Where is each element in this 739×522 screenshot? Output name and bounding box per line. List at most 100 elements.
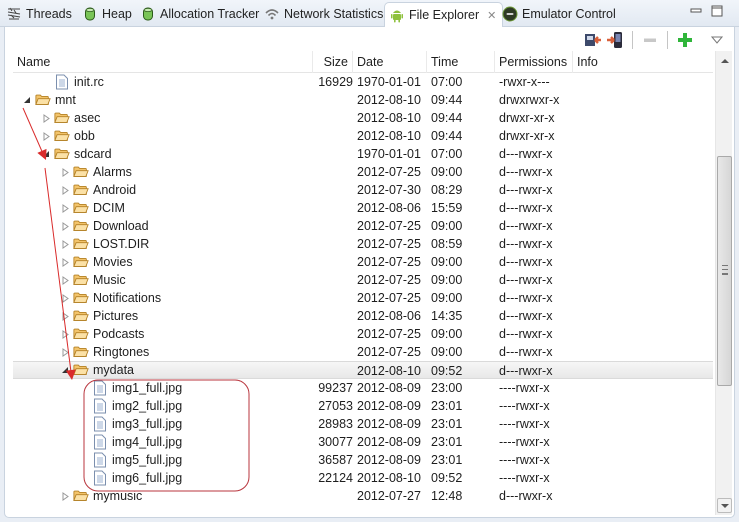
folder-row[interactable]: Pictures 2012-08-06 14:35 d---rwxr-x [13,307,713,325]
scroll-down-button[interactable] [717,498,732,513]
tab-allocation-tracker[interactable]: Allocation Tracker [140,3,259,25]
item-name: Music [93,273,126,287]
expand-toggle-expanded-icon[interactable] [21,94,33,106]
tab-label: Allocation Tracker [160,7,260,21]
file-row[interactable]: img4_full.jpg 30077 2012-08-09 23:01 ----rwx… [13,433,713,451]
folder-row[interactable]: sdcard 1970-01-01 07:00 d---rwxr-x [13,145,713,163]
folder-row[interactable]: obb 2012-08-10 09:44 drwxr-xr-x [13,127,713,145]
folder-row[interactable]: mymusic 2012-07-27 12:48 d---rwxr-x [13,487,713,505]
expand-toggle-collapsed-icon[interactable] [59,328,71,340]
expand-toggle-collapsed-icon[interactable] [59,346,71,358]
android-icon [389,7,405,23]
file-icon [92,452,108,468]
expand-toggle-collapsed-icon[interactable] [59,490,71,502]
cell-size [313,109,353,127]
minimize-icon[interactable] [690,5,702,17]
cell-size [313,217,353,235]
expand-toggle-collapsed-icon[interactable] [59,238,71,250]
expand-toggle-collapsed-icon[interactable] [59,220,71,232]
expand-toggle-collapsed-icon[interactable] [59,310,71,322]
cell-info [573,253,713,271]
folder-row[interactable]: LOST.DIR 2012-07-25 08:59 d---rwxr-x [13,235,713,253]
column-header-time[interactable]: Time [427,51,495,73]
expand-toggle-expanded-icon[interactable] [40,148,52,160]
cell-time: 23:01 [431,453,463,467]
folder-row[interactable]: mnt 2012-08-10 09:44 drwxrwxr-x [13,91,713,109]
folder-row[interactable]: Music 2012-07-25 09:00 d---rwxr-x [13,271,713,289]
tab-file-explorer[interactable]: File Explorer ✕ [384,2,504,27]
file-row[interactable]: img1_full.jpg 99237 2012-08-09 23:00 ----rwx… [13,379,713,397]
expand-toggle-expanded-icon[interactable] [59,364,71,376]
expand-toggle-collapsed-icon[interactable] [59,256,71,268]
cell-name: img6_full.jpg [13,469,313,487]
tab-heap[interactable]: Heap [82,3,132,25]
column-header-info[interactable]: Info [573,51,713,73]
column-header-name[interactable]: Name [13,51,313,73]
folder-row[interactable]: Alarms 2012-07-25 09:00 d---rwxr-x [13,163,713,181]
folder-row[interactable]: mydata 2012-08-10 09:52 d---rwxr-x [13,361,713,379]
cell-permissions: ----rwxr-x [499,381,550,395]
folder-row[interactable]: DCIM 2012-08-06 15:59 d---rwxr-x [13,199,713,217]
folder-icon [35,92,51,108]
expand-toggle-collapsed-icon[interactable] [59,274,71,286]
expand-toggle-collapsed-icon[interactable] [40,112,52,124]
cell-info [573,73,713,91]
cell-permissions: -rwxr-x--- [499,75,550,89]
tab-label: Network Statistics [284,7,384,21]
column-header-date[interactable]: Date [353,51,427,73]
cell-name: Download [13,217,313,235]
folder-row[interactable]: asec 2012-08-10 09:44 drwxr-xr-x [13,109,713,127]
item-name: Podcasts [93,327,145,341]
cell-date: 2012-08-09 [357,417,421,431]
file-row[interactable]: init.rc 16929 1970-01-01 07:00 -rwxr-x--- [13,73,713,91]
expand-toggle-collapsed-icon[interactable] [59,184,71,196]
pull-file-button[interactable] [584,31,602,49]
folder-row[interactable]: Notifications 2012-07-25 09:00 d---rwxr-x [13,289,713,307]
cell-permissions: ----rwxr-x [499,435,550,449]
file-row[interactable]: img2_full.jpg 27053 2012-08-09 23:01 ----rwx… [13,397,713,415]
push-file-button[interactable] [606,31,624,49]
close-tab-icon[interactable]: ✕ [487,9,496,22]
cell-name: img5_full.jpg [13,451,313,469]
expand-toggle-collapsed-icon[interactable] [59,202,71,214]
cell-size: 28983 [318,417,353,431]
tab-emulator-control[interactable]: Emulator Control [502,3,616,25]
view-menu-button[interactable] [708,31,726,49]
expand-toggle-collapsed-icon[interactable] [40,130,52,142]
scroll-up-button[interactable] [717,53,732,68]
cell-permissions: d---rwxr-x [499,364,553,378]
item-name: mydata [93,363,134,377]
new-folder-button[interactable] [676,31,694,49]
column-header-size[interactable]: Size [313,51,353,73]
vertical-scrollbar[interactable] [715,51,732,515]
item-name: Movies [93,255,133,269]
column-header-permissions[interactable]: Permissions [495,51,573,73]
folder-row[interactable]: Download 2012-07-25 09:00 d---rwxr-x [13,217,713,235]
tab-network-statistics[interactable]: Network Statistics [264,3,383,25]
item-name: mnt [55,93,76,107]
expand-toggle-collapsed-icon[interactable] [59,292,71,304]
folder-row[interactable]: Movies 2012-07-25 09:00 d---rwxr-x [13,253,713,271]
item-name: init.rc [74,75,104,89]
file-row[interactable]: img3_full.jpg 28983 2012-08-09 23:01 ----rwx… [13,415,713,433]
scrollbar-thumb[interactable] [717,156,732,386]
folder-row[interactable]: Ringtones 2012-07-25 09:00 d---rwxr-x [13,343,713,361]
cell-time: 08:29 [431,183,463,197]
tab-threads[interactable]: Threads [6,3,72,25]
chevron-down-icon [711,36,723,44]
cell-time: 23:00 [431,381,463,395]
folder-icon [73,200,89,216]
folder-row[interactable]: Android 2012-07-30 08:29 d---rwxr-x [13,181,713,199]
expand-toggle-collapsed-icon[interactable] [59,166,71,178]
cell-info [573,325,713,343]
item-name: Download [93,219,149,233]
cell-info [573,217,713,235]
folder-row[interactable]: Podcasts 2012-07-25 09:00 d---rwxr-x [13,325,713,343]
file-row[interactable]: img5_full.jpg 36587 2012-08-09 23:01 ----rwx… [13,451,713,469]
delete-button[interactable] [641,31,659,49]
cell-info [573,415,713,433]
arrow-up-icon [720,58,729,63]
file-row[interactable]: img6_full.jpg 22124 2012-08-10 09:52 ----rwx… [13,469,713,487]
maximize-icon[interactable] [711,5,723,17]
emulator-control-icon [502,6,518,22]
